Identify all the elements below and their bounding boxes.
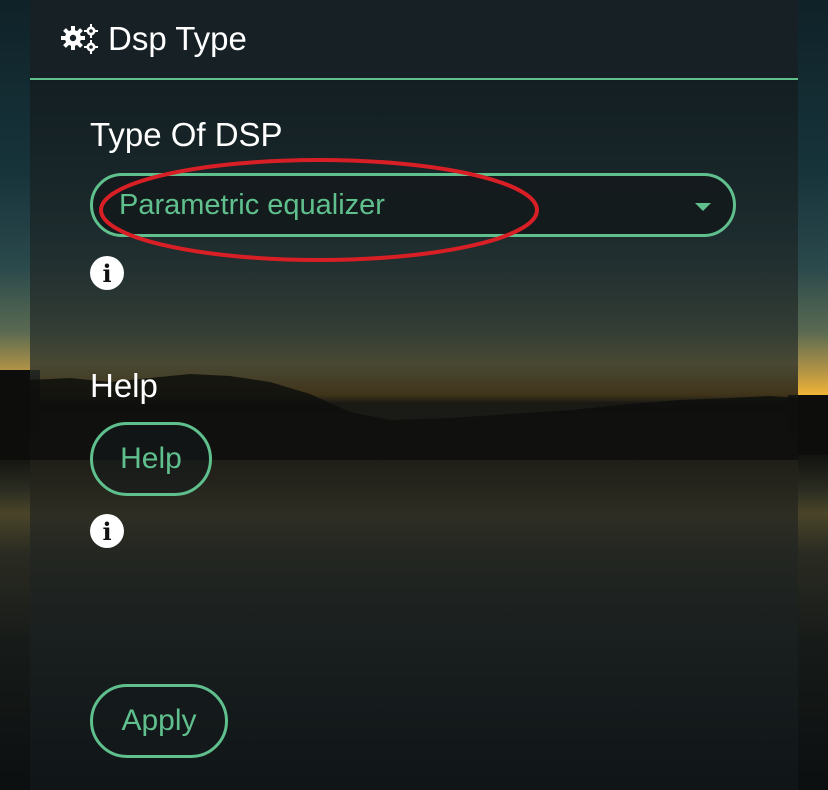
dsp-type-select[interactable]: Parametric equalizer: [90, 173, 736, 237]
help-label: Help: [90, 367, 158, 404]
info-icon[interactable]: i: [90, 514, 124, 548]
dsp-type-selected-value: Parametric equalizer: [119, 188, 385, 221]
dsp-type-panel: Dsp Type Type Of DSP Parametric equalize…: [30, 0, 798, 790]
apply-button[interactable]: Apply: [90, 684, 228, 758]
help-button[interactable]: Help: [90, 422, 212, 496]
panel-header: Dsp Type: [30, 0, 798, 80]
caret-down-icon: [695, 203, 711, 211]
dsp-type-label: Type Of DSP: [90, 116, 283, 153]
info-icon[interactable]: i: [90, 256, 124, 290]
panel-title: Dsp Type: [108, 20, 247, 57]
gears-icon: [60, 22, 100, 56]
